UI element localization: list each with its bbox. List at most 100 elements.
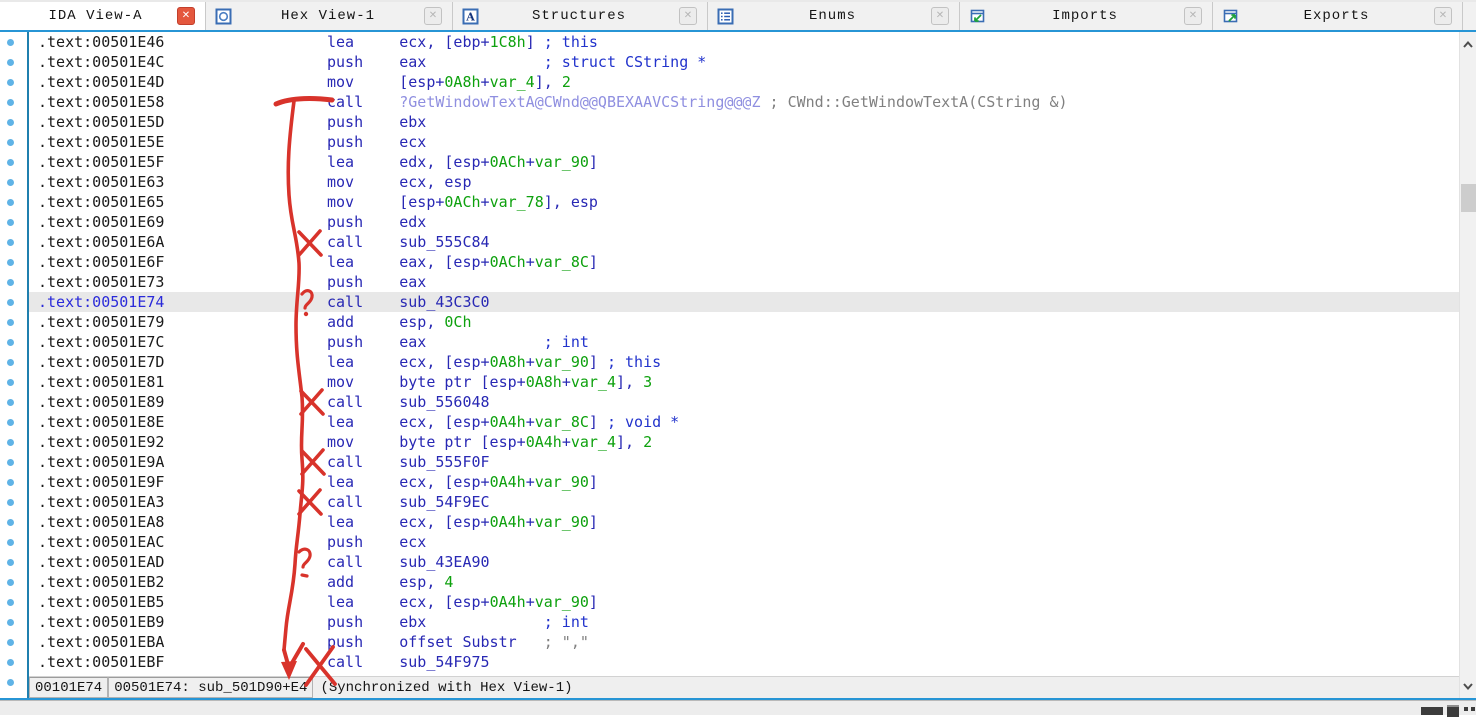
asm-line[interactable]: .text:00501E89call sub_556048 bbox=[29, 392, 1459, 412]
asm-line[interactable]: .text:00501E5Flea edx, [esp+0ACh+var_90] bbox=[29, 152, 1459, 172]
asm-address: .text:00501EA8 bbox=[38, 512, 327, 532]
asm-text: ecx, [ebp+ bbox=[399, 33, 489, 51]
asm-text: call bbox=[327, 393, 399, 411]
asm-text: ] bbox=[589, 513, 598, 531]
asm-address: .text:00501E92 bbox=[38, 432, 327, 452]
asm-line[interactable]: .text:00501E7Cpush eax ; int bbox=[29, 332, 1459, 352]
tab-close-icon[interactable]: ✕ bbox=[679, 7, 697, 25]
asm-line[interactable]: .text:00501E9Acall sub_555F0F bbox=[29, 452, 1459, 472]
gutter-dot bbox=[7, 459, 14, 466]
asm-line[interactable]: .text:00501E81mov byte ptr [esp+0A8h+var… bbox=[29, 372, 1459, 392]
tab-enums[interactable]: Enums✕ bbox=[708, 2, 960, 30]
asm-address: .text:00501EB2 bbox=[38, 572, 327, 592]
tab-close-icon[interactable]: ✕ bbox=[177, 7, 195, 25]
asm-address: .text:00501E58 bbox=[38, 92, 327, 112]
asm-text: 0Ch bbox=[444, 313, 471, 331]
vertical-scrollbar[interactable] bbox=[1459, 32, 1476, 698]
bottom-bar-icon[interactable] bbox=[1421, 707, 1443, 715]
asm-text: mov bbox=[327, 433, 399, 451]
asm-text: ecx, [esp+ bbox=[399, 413, 489, 431]
scroll-up-icon[interactable] bbox=[1460, 36, 1476, 52]
asm-line[interactable]: .text:00501EB9push ebx ; int bbox=[29, 612, 1459, 632]
tab-close-icon[interactable]: ✕ bbox=[931, 7, 949, 25]
asm-line[interactable]: .text:00501EB5lea ecx, [esp+0A4h+var_90] bbox=[29, 592, 1459, 612]
asm-text: ebx bbox=[399, 113, 426, 131]
bottom-bar-icon[interactable] bbox=[1464, 707, 1468, 711]
scrollbar-thumb[interactable] bbox=[1461, 184, 1476, 212]
asm-text: byte ptr [esp+ bbox=[399, 373, 525, 391]
asm-address: .text:00501E69 bbox=[38, 212, 327, 232]
scroll-down-icon[interactable] bbox=[1460, 678, 1476, 694]
tab-ida-view-a[interactable]: IDA View-A✕ bbox=[0, 2, 206, 30]
asm-text: lea bbox=[327, 513, 399, 531]
asm-line[interactable]: .text:00501E8Elea ecx, [esp+0A4h+var_8C]… bbox=[29, 412, 1459, 432]
asm-line[interactable]: .text:00501E4Cpush eax ; struct CString … bbox=[29, 52, 1459, 72]
asm-line[interactable]: .text:00501E73push eax bbox=[29, 272, 1459, 292]
asm-text: ; int bbox=[535, 333, 589, 351]
asm-text: [esp+ bbox=[399, 73, 444, 91]
asm-line[interactable]: .text:00501E69push edx bbox=[29, 212, 1459, 232]
asm-text: call bbox=[327, 553, 399, 571]
asm-line[interactable]: .text:00501EA3call sub_54F9EC bbox=[29, 492, 1459, 512]
bottom-bar-icon[interactable] bbox=[1447, 705, 1459, 717]
asm-text: 2 bbox=[562, 73, 571, 91]
tab-close-icon[interactable]: ✕ bbox=[1434, 7, 1452, 25]
asm-line[interactable]: .text:00501EBApush offset Substr ; "," bbox=[29, 632, 1459, 652]
asm-line[interactable]: .text:00501E7Dlea ecx, [esp+0A8h+var_90]… bbox=[29, 352, 1459, 372]
asm-text: push bbox=[327, 533, 399, 551]
tab-structures[interactable]: AStructures✕ bbox=[453, 2, 708, 30]
asm-line[interactable]: .text:00501E4Dmov [esp+0A8h+var_4], 2 bbox=[29, 72, 1459, 92]
svg-text:A: A bbox=[465, 10, 475, 23]
asm-text: 0ACh bbox=[490, 253, 526, 271]
asm-text: ecx, esp bbox=[399, 173, 471, 191]
asm-line[interactable]: .text:00501EA8lea ecx, [esp+0A4h+var_90] bbox=[29, 512, 1459, 532]
asm-line[interactable]: .text:00501EBFcall sub_54F975 bbox=[29, 652, 1459, 672]
gutter-dot bbox=[7, 379, 14, 386]
gutter-dot bbox=[7, 59, 14, 66]
bottom-bar-icon[interactable] bbox=[1471, 707, 1475, 711]
asm-text: push bbox=[327, 333, 399, 351]
asm-text: var_90 bbox=[535, 593, 589, 611]
gutter-dot bbox=[7, 479, 14, 486]
asm-text: lea bbox=[327, 33, 399, 51]
asm-address: .text:00501E73 bbox=[38, 272, 327, 292]
exports-icon bbox=[1222, 8, 1239, 25]
asm-line[interactable]: .text:00501EB2add esp, 4 bbox=[29, 572, 1459, 592]
tab-exports[interactable]: Exports✕ bbox=[1213, 2, 1463, 30]
status-address-function: 00501E74: sub_501D90+E4 bbox=[108, 677, 313, 698]
asm-line[interactable]: .text:00501EACpush ecx bbox=[29, 532, 1459, 552]
asm-line[interactable]: .text:00501E92mov byte ptr [esp+0A4h+var… bbox=[29, 432, 1459, 452]
tab-close-icon[interactable]: ✕ bbox=[1184, 7, 1202, 25]
asm-line[interactable]: .text:00501E6Flea eax, [esp+0ACh+var_8C] bbox=[29, 252, 1459, 272]
tab-imports[interactable]: Imports✕ bbox=[960, 2, 1213, 30]
asm-line[interactable]: .text:00501E6Acall sub_555C84 bbox=[29, 232, 1459, 252]
asm-address: .text:00501EBA bbox=[38, 632, 327, 652]
asm-line[interactable]: .text:00501E5Epush ecx bbox=[29, 132, 1459, 152]
asm-text: ] bbox=[589, 353, 598, 371]
gutter-dot bbox=[7, 539, 14, 546]
asm-line[interactable]: .text:00501E74call sub_43C3C0 bbox=[29, 292, 1459, 312]
gutter-dot bbox=[7, 179, 14, 186]
asm-line[interactable]: .text:00501EADcall sub_43EA90 bbox=[29, 552, 1459, 572]
asm-line[interactable]: .text:00501E58call ?GetWindowTextA@CWnd@… bbox=[29, 92, 1459, 112]
gutter-dot bbox=[7, 399, 14, 406]
asm-line[interactable]: .text:00501E9Flea ecx, [esp+0A4h+var_90] bbox=[29, 472, 1459, 492]
asm-line[interactable]: .text:00501E5Dpush ebx bbox=[29, 112, 1459, 132]
tab-hex-view-1[interactable]: Hex View-1✕ bbox=[206, 2, 453, 30]
asm-line[interactable]: .text:00501E65mov [esp+0ACh+var_78], esp bbox=[29, 192, 1459, 212]
gutter-dot bbox=[7, 219, 14, 226]
asm-line[interactable]: .text:00501E79add esp, 0Ch bbox=[29, 312, 1459, 332]
tab-close-icon[interactable]: ✕ bbox=[424, 7, 442, 25]
asm-text: var_8C bbox=[535, 253, 589, 271]
gutter-dot bbox=[7, 619, 14, 626]
asm-address: .text:00501E89 bbox=[38, 392, 327, 412]
asm-address: .text:00501E5F bbox=[38, 152, 327, 172]
asm-address: .text:00501E46 bbox=[38, 32, 327, 52]
asm-text: var_90 bbox=[535, 513, 589, 531]
asm-address: .text:00501E5E bbox=[38, 132, 327, 152]
asm-line[interactable]: .text:00501E63mov ecx, esp bbox=[29, 172, 1459, 192]
asm-text: lea bbox=[327, 353, 399, 371]
asm-text: 4 bbox=[444, 573, 453, 591]
asm-text: sub_54F9EC bbox=[399, 493, 489, 511]
asm-line[interactable]: .text:00501E46lea ecx, [ebp+1C8h] ; this bbox=[29, 32, 1459, 52]
